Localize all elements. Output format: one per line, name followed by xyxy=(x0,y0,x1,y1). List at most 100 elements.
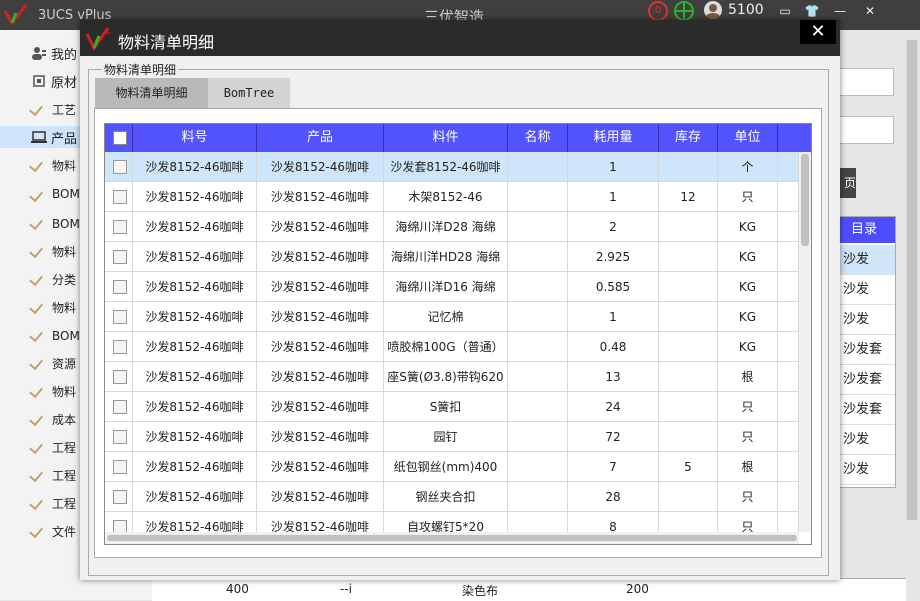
cell-item[interactable]: 海绵川洋HD28 海绵 xyxy=(384,242,508,272)
cell-name[interactable] xyxy=(508,482,568,512)
cell-name[interactable] xyxy=(508,452,568,482)
row-checkbox-cell[interactable] xyxy=(105,212,133,242)
cell-qty[interactable]: 1 xyxy=(568,182,659,212)
table-row[interactable]: 沙发8152-46咖啡 沙发8152-46咖啡 钢丝夹合扣 28 只 xyxy=(105,482,799,512)
grid-vertical-scrollbar[interactable] xyxy=(799,152,811,532)
row-checkbox-cell[interactable] xyxy=(105,362,133,392)
table-row[interactable]: 沙发8152-46咖啡 沙发8152-46咖啡 海绵川洋D28 海绵 2 KG xyxy=(105,212,799,242)
table-row[interactable]: 沙发8152-46咖啡 沙发8152-46咖啡 纸包钢丝(mm)400 7 5 根 xyxy=(105,452,799,482)
row-checkbox-cell[interactable] xyxy=(105,452,133,482)
row-checkbox-cell[interactable] xyxy=(105,152,133,182)
cell-name[interactable] xyxy=(508,332,568,362)
cell-product[interactable]: 沙发8152-46咖啡 xyxy=(257,212,384,242)
row-checkbox[interactable] xyxy=(113,220,127,234)
cell-stock[interactable] xyxy=(659,332,718,362)
row-checkbox-cell[interactable] xyxy=(105,242,133,272)
cell-product[interactable]: 沙发8152-46咖啡 xyxy=(257,392,384,422)
cell-product[interactable]: 沙发8152-46咖啡 xyxy=(257,332,384,362)
col-unit[interactable]: 单位 xyxy=(718,124,778,152)
table-row[interactable]: 沙发8152-46咖啡 沙发8152-46咖啡 S簧扣 24 只 xyxy=(105,392,799,422)
minimize-icon[interactable]: — xyxy=(830,3,850,19)
background-cell[interactable]: 沙发 xyxy=(839,305,895,335)
cell-unit[interactable]: 只 xyxy=(718,482,778,512)
row-checkbox[interactable] xyxy=(113,190,127,204)
cell-unit[interactable]: 根 xyxy=(718,452,778,482)
cell-qty[interactable]: 1 xyxy=(568,152,659,182)
cell-stock[interactable]: 12 xyxy=(659,182,718,212)
cell-unit[interactable]: KG xyxy=(718,302,778,332)
row-checkbox[interactable] xyxy=(113,460,127,474)
col-product[interactable]: 产品 xyxy=(257,124,384,152)
cell-stock[interactable] xyxy=(659,392,718,422)
row-checkbox[interactable] xyxy=(113,310,127,324)
cell-stock[interactable] xyxy=(659,422,718,452)
cell-name[interactable] xyxy=(508,302,568,332)
cell-qty[interactable]: 13 xyxy=(568,362,659,392)
cell-stock[interactable] xyxy=(659,152,718,182)
background-cell[interactable]: 沙发套 xyxy=(839,365,895,395)
cell-part-no[interactable]: 沙发8152-46咖啡 xyxy=(133,452,257,482)
background-cell[interactable]: 沙发 xyxy=(839,245,895,275)
cell-product[interactable]: 沙发8152-46咖啡 xyxy=(257,482,384,512)
cell-unit[interactable]: 只 xyxy=(718,422,778,452)
background-cell[interactable]: 沙发 xyxy=(839,455,895,485)
cell-part-no[interactable]: 沙发8152-46咖啡 xyxy=(133,362,257,392)
table-row[interactable]: 沙发8152-46咖啡 沙发8152-46咖啡 沙发套8152-46咖啡 1 个 xyxy=(105,152,799,182)
row-checkbox[interactable] xyxy=(113,340,127,354)
row-checkbox[interactable] xyxy=(113,400,127,414)
tab-bom-detail[interactable]: 物料清单明细 xyxy=(95,78,208,108)
cell-product[interactable]: 沙发8152-46咖啡 xyxy=(257,182,384,212)
cell-name[interactable] xyxy=(508,152,568,182)
select-all-checkbox[interactable] xyxy=(113,131,127,145)
cell-qty[interactable]: 2 xyxy=(568,212,659,242)
cell-part-no[interactable]: 沙发8152-46咖啡 xyxy=(133,392,257,422)
tab-bomtree[interactable]: BomTree xyxy=(208,78,290,108)
cell-item[interactable]: 钢丝夹合扣 xyxy=(384,482,508,512)
cell-stock[interactable] xyxy=(659,242,718,272)
background-input[interactable] xyxy=(832,116,894,144)
cell-name[interactable] xyxy=(508,182,568,212)
cell-unit[interactable]: KG xyxy=(718,212,778,242)
background-cell[interactable]: 沙发套 xyxy=(839,395,895,425)
user-avatar-icon[interactable] xyxy=(704,1,722,19)
row-checkbox-cell[interactable] xyxy=(105,272,133,302)
skin-icon[interactable]: 👕 xyxy=(802,3,822,19)
cell-product[interactable]: 沙发8152-46咖啡 xyxy=(257,242,384,272)
cell-item[interactable]: S簧扣 xyxy=(384,392,508,422)
row-checkbox[interactable] xyxy=(113,250,127,264)
background-input[interactable] xyxy=(832,68,894,96)
cell-unit[interactable]: KG xyxy=(718,242,778,272)
table-row[interactable]: 沙发8152-46咖啡 沙发8152-46咖啡 记忆棉 1 KG xyxy=(105,302,799,332)
cell-name[interactable] xyxy=(508,242,568,272)
window-restore-icon[interactable]: ▭ xyxy=(775,3,795,19)
cell-stock[interactable] xyxy=(659,482,718,512)
cell-qty[interactable]: 28 xyxy=(568,482,659,512)
table-row[interactable]: 沙发8152-46咖啡 沙发8152-46咖啡 座S簧(Ø3.8)带钩620 13 根 xyxy=(105,362,799,392)
cell-unit[interactable]: 个 xyxy=(718,152,778,182)
row-checkbox-cell[interactable] xyxy=(105,332,133,362)
table-row[interactable]: 沙发8152-46咖啡 沙发8152-46咖啡 海绵川洋D16 海绵 0.585 KG xyxy=(105,272,799,302)
cell-qty[interactable]: 0.585 xyxy=(568,272,659,302)
cell-qty[interactable]: 7 xyxy=(568,452,659,482)
horizontal-scroll-thumb[interactable] xyxy=(107,535,797,541)
cell-product[interactable]: 沙发8152-46咖啡 xyxy=(257,272,384,302)
row-checkbox[interactable] xyxy=(113,280,127,294)
cell-part-no[interactable]: 沙发8152-46咖啡 xyxy=(133,272,257,302)
globe-icon[interactable] xyxy=(674,1,694,21)
cell-qty[interactable]: 24 xyxy=(568,392,659,422)
cell-qty[interactable]: 0.48 xyxy=(568,332,659,362)
background-cell[interactable]: 沙发套 xyxy=(839,335,895,365)
background-scrollbar-thumb[interactable] xyxy=(907,40,917,520)
cell-name[interactable] xyxy=(508,392,568,422)
cell-unit[interactable]: 只 xyxy=(718,392,778,422)
row-checkbox[interactable] xyxy=(113,430,127,444)
cell-item[interactable]: 座S簧(Ø3.8)带钩620 xyxy=(384,362,508,392)
cell-part-no[interactable]: 沙发8152-46咖啡 xyxy=(133,212,257,242)
row-checkbox[interactable] xyxy=(113,370,127,384)
background-cell[interactable]: 沙发 xyxy=(839,425,895,455)
cell-part-no[interactable]: 沙发8152-46咖啡 xyxy=(133,482,257,512)
cell-part-no[interactable]: 沙发8152-46咖啡 xyxy=(133,332,257,362)
cell-unit[interactable]: KG xyxy=(718,332,778,362)
close-app-icon[interactable]: ✕ xyxy=(860,3,880,19)
row-checkbox-cell[interactable] xyxy=(105,392,133,422)
